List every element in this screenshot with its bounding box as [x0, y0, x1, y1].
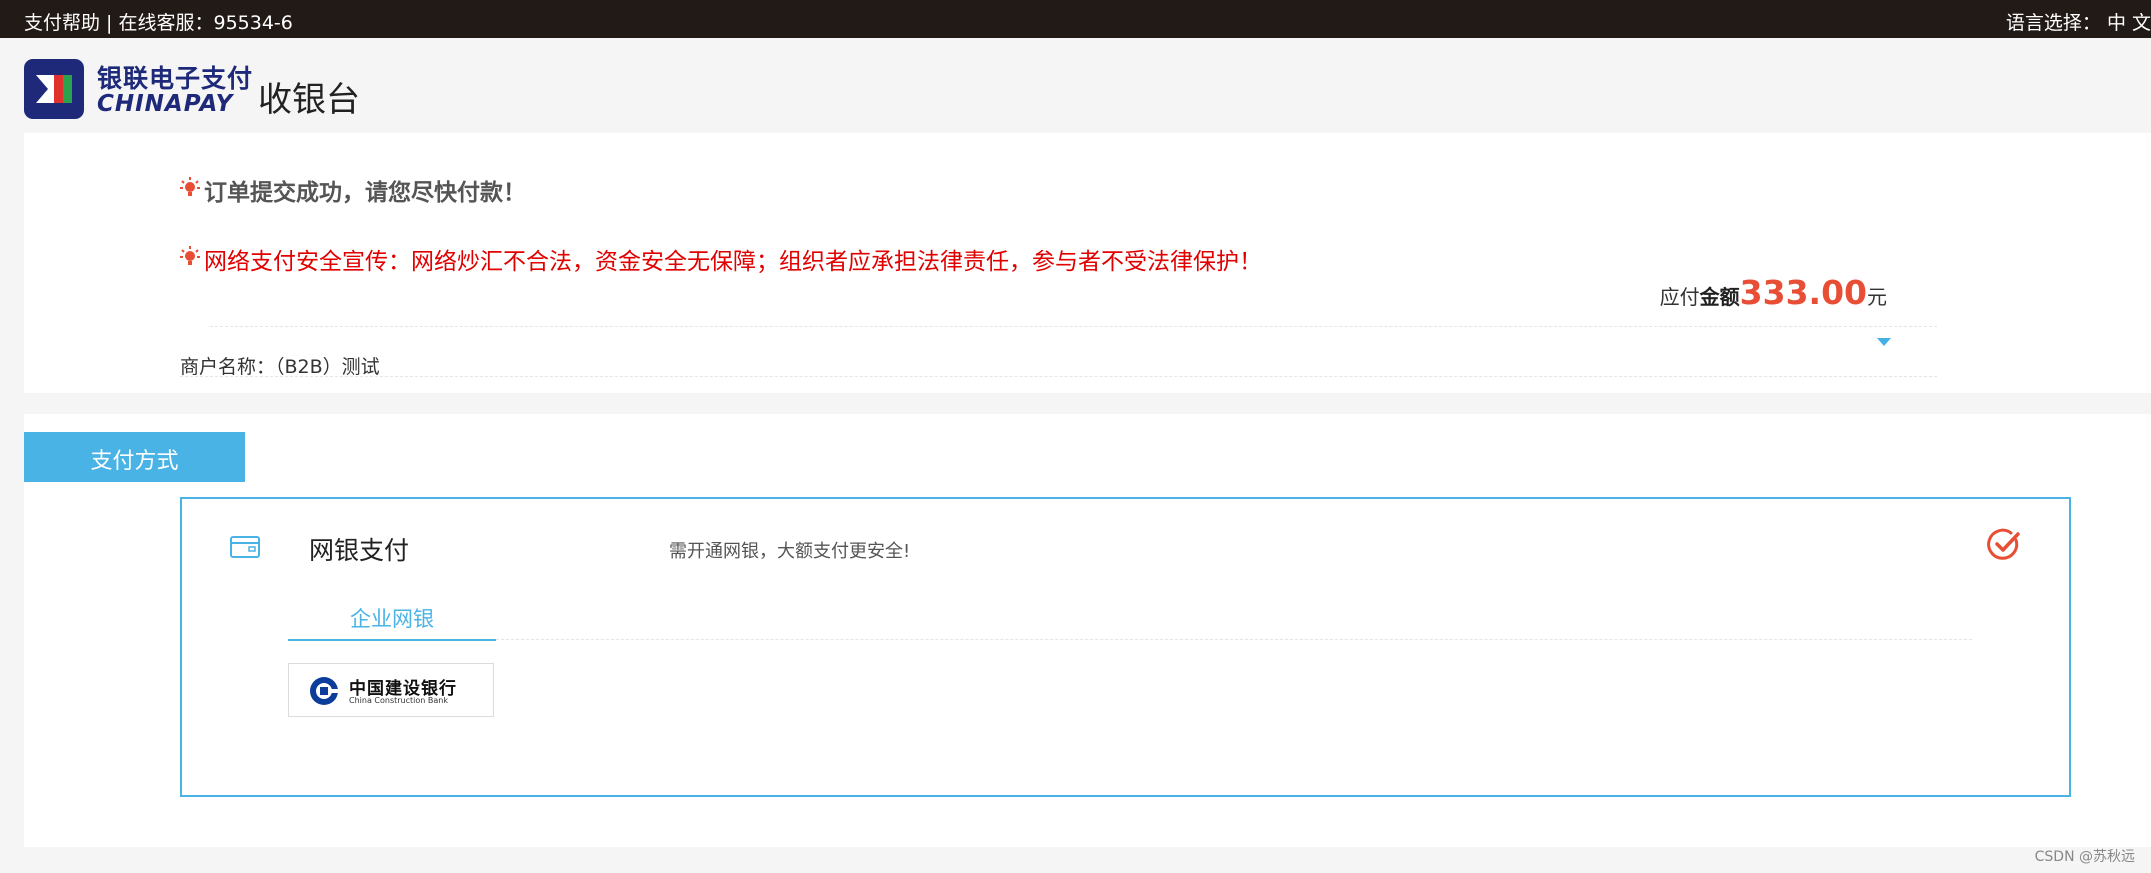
order-success-text: 订单提交成功，请您尽快付款！	[204, 180, 526, 206]
lightbulb-icon	[180, 177, 200, 196]
ebank-description: 需开通网银，大额支付更安全!	[669, 541, 911, 562]
check-circle-icon	[1987, 528, 2020, 560]
help-service-text[interactable]: 支付帮助 | 在线客服：95534-6	[24, 8, 293, 35]
bank-card-icon	[230, 536, 260, 558]
chinapay-logo: 银联电子支付 CHINAPAY	[24, 59, 252, 121]
tab-enterprise-ebank[interactable]: 企业网银	[288, 601, 496, 641]
order-divider	[210, 326, 1937, 327]
amount-label: 金额	[1699, 285, 1740, 309]
merchant-name: 商户名称：（B2B）测试	[180, 356, 380, 378]
chinapay-logo-icon	[24, 59, 84, 119]
amount-value: 333.00	[1739, 273, 1867, 312]
watermark-text: CSDN @苏秋远	[2034, 849, 2135, 865]
logo-cn-text: 银联电子支付	[97, 64, 254, 93]
amount-prefix: 应付	[1659, 285, 1700, 309]
payable-amount: 应付金额333.00元	[1660, 273, 1887, 312]
merchant-divider	[180, 376, 1937, 377]
ebank-payment-option[interactable]: 网银支付 需开通网银，大额支付更安全! 企业网银 中国建设银行 China Co…	[180, 497, 2071, 797]
payment-card: 支付方式 网银支付 需开通网银，大额支付更安全! 企业网银 中国建设银行 Chi…	[24, 414, 2151, 847]
lightbulb-icon	[180, 246, 200, 265]
top-bar: 支付帮助 | 在线客服：95534-6 语言选择： 中 文	[0, 0, 2151, 38]
subtab-divider	[496, 639, 1972, 640]
security-notice-text: 网络支付安全宣传：网络炒汇不合法，资金安全无保障；组织者应承担法律责任，参与者不…	[204, 249, 1262, 275]
tab-payment-method[interactable]: 支付方式	[24, 432, 245, 482]
ccb-logo-icon	[310, 677, 339, 705]
bank-en-name: China Construction Bank	[349, 696, 448, 705]
amount-unit: 元	[1867, 285, 1887, 309]
language-select[interactable]: 语言选择： 中 文	[2006, 8, 2151, 35]
logo-en-text: CHINAPAY	[97, 91, 234, 117]
order-info-card: 订单提交成功，请您尽快付款！ 网络支付安全宣传：网络炒汇不合法，资金安全无保障；…	[24, 133, 2151, 393]
bank-option-ccb[interactable]: 中国建设银行 China Construction Bank	[288, 663, 494, 717]
ebank-title: 网银支付	[309, 536, 410, 565]
chevron-down-icon[interactable]	[1877, 338, 1891, 346]
page-title: 收银台	[258, 80, 360, 120]
